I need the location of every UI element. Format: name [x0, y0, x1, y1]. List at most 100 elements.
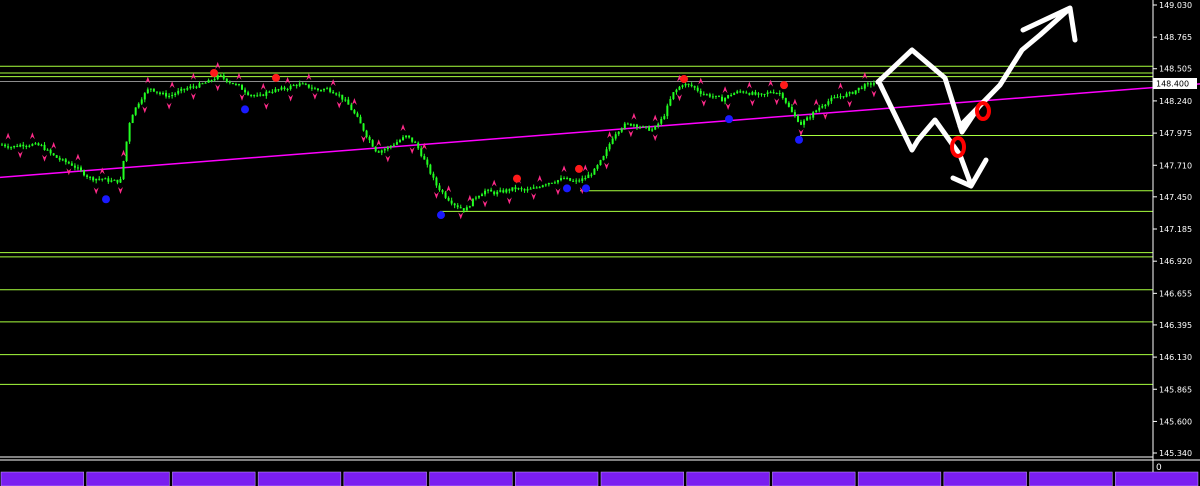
candle-body [827, 101, 830, 105]
time-tab[interactable] [343, 471, 427, 486]
candle-body [113, 179, 116, 181]
candle-body [739, 91, 742, 93]
candle-body [638, 126, 641, 128]
swing-high-marker [680, 75, 688, 84]
candle-body [362, 123, 365, 131]
candle-body [10, 147, 13, 149]
candle-body [666, 105, 669, 117]
candle-body [614, 134, 617, 139]
candle-body [347, 99, 350, 105]
candle-body [83, 170, 86, 176]
candle-body [237, 84, 240, 86]
current-price-label: 148.400 [1156, 80, 1189, 89]
candle-body [304, 83, 307, 85]
time-tab[interactable] [0, 471, 84, 486]
candle-body [547, 183, 550, 185]
candle-body [95, 178, 98, 181]
candle-body [660, 119, 663, 124]
candle-body [733, 93, 736, 95]
candle-body [319, 90, 322, 92]
swing-low-marker [725, 115, 733, 124]
candle-body [860, 87, 863, 89]
price-tick-label: 148.240 [1159, 97, 1192, 106]
time-tab[interactable] [857, 471, 942, 486]
candle-body [131, 114, 134, 124]
candle-body [596, 165, 599, 169]
candle-body [353, 110, 356, 114]
candle-body [611, 138, 614, 144]
candle-body [711, 96, 714, 98]
candle-body [721, 96, 724, 102]
candle-body [456, 205, 459, 208]
candle-body [268, 91, 271, 93]
candle-body [58, 157, 61, 160]
candle-body [757, 93, 760, 95]
candle-body [632, 124, 635, 126]
candle-body [481, 194, 484, 197]
time-tab[interactable] [1115, 471, 1199, 486]
candle-body [784, 98, 787, 103]
candle-body [4, 144, 7, 147]
candle-body [402, 137, 405, 141]
time-tab[interactable] [257, 471, 342, 486]
candle-body [699, 90, 702, 94]
candle-body [645, 126, 648, 128]
candle-body [593, 168, 596, 175]
candle-body [162, 92, 165, 94]
swing-low-marker [437, 211, 445, 220]
candle-body [158, 92, 161, 94]
candle-body [742, 91, 745, 93]
candle-body [566, 178, 569, 180]
price-tick-label: 145.600 [1159, 417, 1192, 426]
time-tab[interactable] [515, 471, 599, 486]
candle-body [19, 144, 22, 147]
chart-window[interactable]: 149.030 148.765 148.505 148.240 147.975 147.7… [0, 0, 1200, 486]
candle-body [277, 89, 280, 91]
candle-body [620, 128, 623, 132]
candle-body [125, 141, 128, 161]
candle-body [474, 197, 477, 199]
candle-body [523, 189, 526, 191]
price-chart[interactable]: 149.030 148.765 148.505 148.240 147.975 147.7… [0, 0, 1200, 486]
candle-body [529, 188, 532, 190]
swing-low-marker [795, 135, 803, 144]
swing-low-marker [582, 184, 590, 193]
candle-body [800, 121, 803, 125]
candle-body [329, 88, 332, 92]
candle-body [851, 92, 854, 94]
candle-body [155, 91, 158, 93]
candle-body [502, 190, 505, 193]
candle-body [724, 98, 727, 102]
time-tab[interactable] [600, 471, 684, 486]
candle-body [678, 86, 681, 90]
candle-body [441, 190, 444, 193]
candle-body [787, 102, 790, 107]
candle-body [541, 185, 544, 188]
time-tab[interactable] [772, 471, 856, 486]
time-tab[interactable] [86, 471, 170, 486]
candle-body [484, 190, 487, 195]
candle-body [845, 93, 848, 97]
price-tick-label: 146.655 [1159, 289, 1192, 298]
time-tab[interactable] [429, 471, 513, 486]
candle-body [426, 159, 429, 165]
candle-body [380, 150, 383, 153]
candle-body [672, 92, 675, 100]
time-tab[interactable] [686, 471, 770, 486]
candle-body [790, 106, 793, 113]
candle-body [626, 123, 629, 125]
candle-body [654, 125, 657, 130]
candle-body [854, 90, 857, 94]
candle-body [49, 149, 52, 154]
candle-body [796, 115, 799, 122]
candle-body [438, 185, 441, 191]
candle-body [186, 88, 189, 90]
time-tab[interactable] [1029, 471, 1113, 486]
swing-high-marker [513, 174, 521, 183]
candle-body [1, 144, 3, 146]
candle-body [717, 95, 720, 97]
candle-body [736, 91, 739, 94]
time-tab[interactable] [172, 471, 256, 486]
time-tab[interactable] [943, 471, 1027, 486]
candle-body [575, 180, 578, 182]
